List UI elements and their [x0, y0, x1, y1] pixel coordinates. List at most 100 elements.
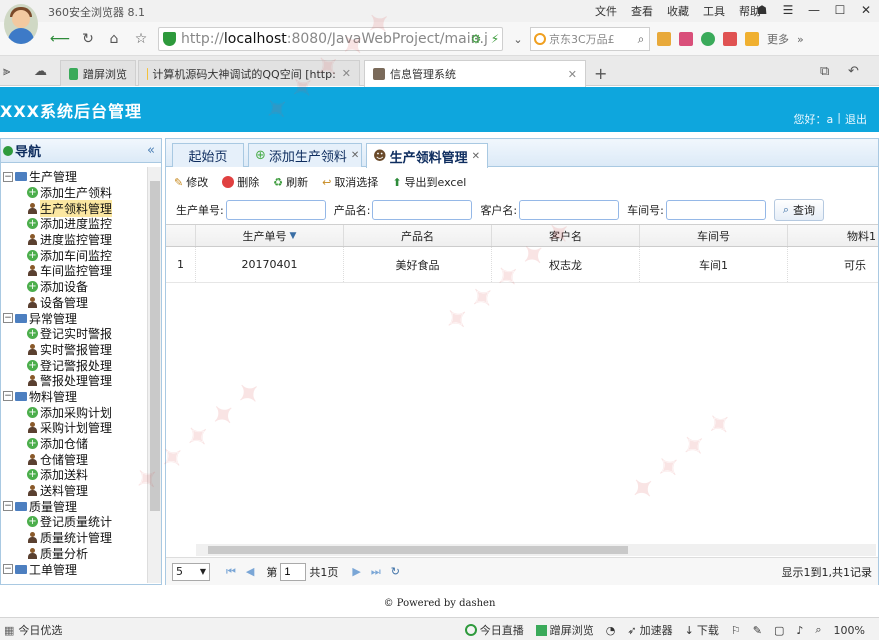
last-page-icon[interactable]: ⏭ — [371, 565, 381, 579]
expand-toggle-icon[interactable]: − — [3, 501, 13, 512]
browser-tab-screen[interactable]: 蹭屏浏览 — [60, 60, 136, 86]
close-tab-icon[interactable]: ✕ — [562, 68, 577, 81]
image-icon[interactable]: ⚐ — [731, 624, 741, 637]
query-button[interactable]: ⌕ 查询 — [773, 199, 825, 221]
restore-tabs-icon[interactable]: ⧉ — [820, 64, 829, 79]
edit-note-icon[interactable]: ✎ — [753, 624, 762, 637]
close-window-icon[interactable]: ✕ — [853, 0, 879, 20]
today-picks[interactable]: 今日优选 — [18, 622, 62, 638]
column-header-material[interactable]: 物料1 — [788, 225, 878, 246]
window-icon[interactable]: ▢ — [774, 624, 784, 637]
new-tab-icon[interactable]: + — [594, 64, 607, 83]
user-avatar[interactable] — [4, 4, 38, 44]
expand-toggle-icon[interactable]: − — [3, 313, 13, 324]
reload-icon[interactable]: ↻ — [78, 29, 98, 49]
address-bar[interactable]: http://localhost:8080/JavaWebProject/mai… — [158, 27, 503, 51]
page-number-input[interactable] — [280, 562, 307, 581]
menu-tools[interactable]: 工具 — [703, 3, 725, 19]
apps-icon[interactable] — [657, 32, 671, 46]
table-row[interactable]: 1 20170401 美好食品 权志龙 车间1 可乐 — [166, 247, 878, 283]
adblock-icon[interactable] — [723, 32, 737, 46]
nav-group[interactable]: − 物料管理 — [1, 389, 146, 405]
search-icon[interactable]: ⌕ — [631, 29, 651, 49]
scroll-thumb[interactable] — [150, 181, 160, 511]
next-page-icon[interactable]: ▶ — [352, 565, 360, 578]
star-icon[interactable]: ☆ — [131, 29, 151, 49]
order-input[interactable] — [225, 200, 326, 220]
nav-item[interactable]: + 添加车间监控 — [1, 247, 146, 263]
column-header-product[interactable]: 产品名 — [344, 225, 492, 246]
edit-button[interactable]: ✎ 修改 — [174, 174, 208, 190]
reload-page-icon[interactable]: ↻ — [391, 565, 400, 578]
expand-toggle-icon[interactable]: − — [3, 391, 13, 402]
nav-item[interactable]: 警报处理管理 — [1, 373, 146, 389]
nav-item[interactable]: + 添加送料 — [1, 467, 146, 483]
column-header-customer[interactable]: 客户名 — [492, 225, 640, 246]
tab-add-material[interactable]: ⊕ 添加生产领料 ✕ — [248, 143, 362, 167]
customer-input[interactable] — [519, 200, 620, 220]
nav-item[interactable]: 车间监控管理 — [1, 263, 146, 279]
nav-item[interactable]: + 添加生产领料 — [1, 185, 146, 201]
live-button[interactable]: 今日直播 — [464, 622, 524, 638]
nav-group[interactable]: − 工单管理 — [1, 561, 146, 577]
minimize-icon[interactable]: — — [801, 0, 827, 20]
nav-item[interactable]: 仓储管理 — [1, 451, 146, 467]
tab-home[interactable]: 起始页 — [172, 143, 244, 167]
nav-group[interactable]: − 生产管理 — [1, 169, 146, 185]
nav-group[interactable]: − 质量管理 — [1, 498, 146, 514]
nav-item[interactable]: 进度监控管理 — [1, 232, 146, 248]
chevron-down-icon[interactable]: ⌄ — [508, 29, 528, 49]
collapse-icon[interactable]: « — [147, 143, 155, 158]
nav-item[interactable]: 质量统计管理 — [1, 530, 146, 546]
logout-link[interactable]: 退出 — [845, 111, 867, 127]
nav-scrollbar[interactable] — [147, 167, 161, 583]
lightning-icon[interactable]: ⚡ — [485, 29, 505, 49]
refresh-button[interactable]: ♻ 刷新 — [273, 174, 308, 190]
expand-toggle-icon[interactable]: − — [3, 171, 13, 182]
skin-icon[interactable]: ☗ — [749, 0, 775, 20]
wallet-icon[interactable] — [701, 32, 715, 46]
undo-close-icon[interactable]: ↶ — [848, 64, 859, 79]
cloud-icon[interactable]: ☁ — [34, 64, 47, 79]
horizontal-scrollbar[interactable] — [196, 544, 876, 556]
nav-item[interactable]: 实时警报管理 — [1, 342, 146, 358]
nav-group[interactable]: − 异常管理 — [1, 310, 146, 326]
sync-icon[interactable]: ⚙ — [466, 29, 486, 49]
nav-item[interactable]: + 登记警报处理 — [1, 357, 146, 373]
menu-favorites[interactable]: 收藏 — [667, 3, 689, 19]
cancel-select-button[interactable]: ↩ 取消选择 — [322, 174, 378, 190]
download-button[interactable]: ↓ 下载 — [685, 622, 719, 638]
nav-item[interactable]: 质量分析 — [1, 546, 146, 562]
menu-lines-icon[interactable]: ☰ — [775, 0, 801, 20]
close-tab-icon[interactable]: ✕ — [472, 151, 480, 162]
expand-toggle-icon[interactable]: − — [3, 564, 13, 575]
nav-item[interactable]: 设备管理 — [1, 295, 146, 311]
column-header-order[interactable]: 生产单号 ▼ — [196, 225, 344, 246]
page-size-select[interactable]: 5 ▼ — [172, 562, 210, 581]
nav-item[interactable]: 送料管理 — [1, 483, 146, 499]
product-input[interactable] — [372, 200, 473, 220]
nav-item[interactable]: 采购计划管理 — [1, 420, 146, 436]
more-label[interactable]: 更多 — [767, 31, 789, 47]
menu-view[interactable]: 查看 — [631, 3, 653, 19]
nav-item[interactable]: + 添加仓储 — [1, 436, 146, 452]
sidebar-toggle-icon[interactable]: ⫸ — [3, 64, 10, 79]
prev-page-icon[interactable]: ◀ — [246, 565, 254, 578]
nav-item[interactable]: + 添加设备 — [1, 279, 146, 295]
maximize-icon[interactable]: ☐ — [827, 0, 853, 20]
mail-icon[interactable] — [679, 32, 693, 46]
nav-item[interactable]: + 添加采购计划 — [1, 404, 146, 420]
menu-file[interactable]: 文件 — [595, 3, 617, 19]
browser-tab-qq[interactable]: 计算机源码大神调试的QQ空间 [http: ✕ — [138, 60, 360, 86]
workshop-input[interactable] — [665, 200, 766, 220]
close-tab-icon[interactable]: ✕ — [336, 67, 351, 80]
nav-item[interactable]: + 登记实时警报 — [1, 326, 146, 342]
zoom-icon[interactable]: ⌕ — [815, 623, 821, 637]
screen-button[interactable]: 蹭屏浏览 — [535, 622, 594, 638]
browser-tab-system[interactable]: 信息管理系统 ✕ — [364, 60, 586, 87]
double-chevron-icon[interactable]: » — [797, 33, 804, 46]
sound-icon[interactable]: ♪ — [796, 624, 803, 637]
zoom-level[interactable]: 100% — [834, 624, 865, 637]
tab-material-manage[interactable]: ☻ 生产领料管理 ✕ — [366, 143, 488, 168]
first-page-icon[interactable]: ⏮ — [226, 565, 236, 579]
